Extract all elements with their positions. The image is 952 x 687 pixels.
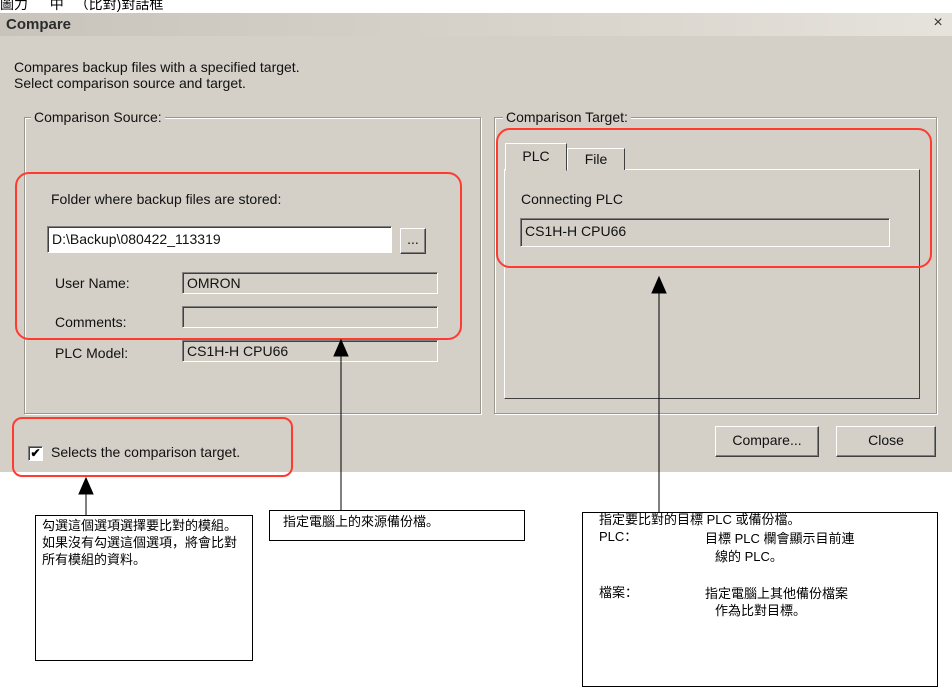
- title-bar: Compare ×: [0, 13, 952, 36]
- target-highlight: [496, 128, 932, 268]
- annotation-left: 勾選這個選項選擇要比對的模組。如果沒有勾選這個選項，將會比對所有模組的資料。: [35, 515, 253, 661]
- description-line-1: Compares backup files with a specified t…: [14, 59, 300, 75]
- annotation-middle-text: 指定電腦上的來源備份檔。: [283, 514, 440, 529]
- annotation-right-file-line2: 作為比對目標。: [715, 603, 807, 618]
- comparison-source-legend: Comparison Source:: [31, 109, 165, 125]
- comparison-target-legend: Comparison Target:: [503, 109, 631, 125]
- annotation-right-title: 指定要比對的目標 PLC 或備份檔。: [599, 512, 801, 527]
- annotation-right-plc-line2: 線的 PLC。: [715, 549, 783, 564]
- annotation-middle: 指定電腦上的來源備份檔。: [269, 510, 525, 541]
- arrow-left-head: [78, 476, 94, 495]
- annotation-right-plc-key: PLC：: [599, 529, 638, 544]
- plc-model-label: PLC Model:: [55, 345, 129, 361]
- compare-button[interactable]: Compare...: [715, 426, 819, 457]
- annotation-right-plc-line1: 目標 PLC 欄會顯示目前連: [705, 531, 855, 546]
- annotation-right-file-key: 檔案：: [599, 585, 639, 600]
- close-button[interactable]: Close: [836, 426, 936, 457]
- close-icon[interactable]: ×: [930, 15, 946, 31]
- checkbox-highlight: [12, 417, 293, 477]
- plc-model-field: CS1H-H CPU66: [182, 340, 438, 362]
- dialog-description: Compares backup files with a specified t…: [14, 59, 300, 91]
- description-line-2: Select comparison source and target.: [14, 75, 246, 91]
- source-highlight: [15, 172, 462, 340]
- annotation-left-text: 勾選這個選項選擇要比對的模組。如果沒有勾選這個選項，將會比對所有模組的資料。: [42, 518, 238, 567]
- page-caption: 圖力 中 （比對)對話框: [0, 0, 400, 13]
- annotation-right-file-line1: 指定電腦上其他備份檔案: [705, 586, 849, 601]
- window-title: Compare: [6, 16, 72, 33]
